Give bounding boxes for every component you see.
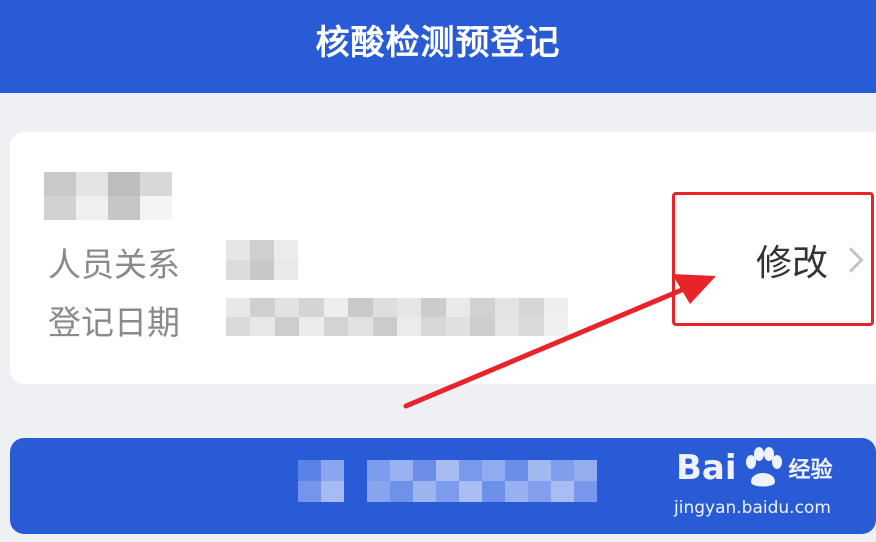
watermark-brand-left: Bai (676, 448, 737, 488)
submit-button-label-blurred (298, 460, 620, 502)
watermark-url: jingyan.baidu.com (674, 498, 831, 518)
baidu-paw-icon (745, 447, 782, 487)
watermark-brand-right: 经验 (788, 458, 833, 483)
baidu-watermark: Bai 经验 jingyan.baidu.com (674, 446, 836, 530)
